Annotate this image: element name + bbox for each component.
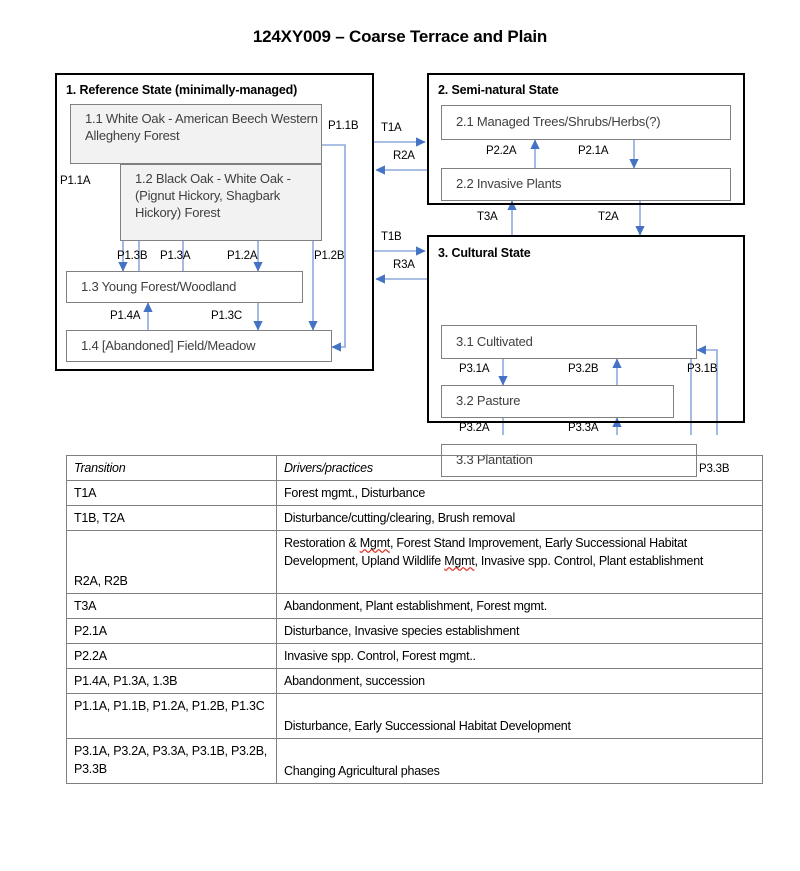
- arrow-label-p3-3a: P3.3A: [568, 422, 599, 434]
- phase-2-1-label: 2.1 Managed Trees/Shrubs/Herbs(?): [456, 114, 661, 129]
- cell-drivers: Forest mgmt., Disturbance: [276, 480, 763, 506]
- cell-drivers: Changing Agricultural phases: [276, 738, 763, 784]
- phase-2-1[interactable]: 2.1 Managed Trees/Shrubs/Herbs(?): [441, 105, 731, 140]
- cell-transition: P1.4A, P1.3A, 1.3B: [66, 668, 277, 694]
- phase-1-3-label: 1.3 Young Forest/Woodland: [81, 279, 237, 294]
- cell-transition: P3.1A, P3.2A, P3.3A, P3.1B, P3.2B, P3.3B: [66, 738, 277, 784]
- table-row: T1B, T2A Disturbance/cutting/clearing, B…: [66, 505, 763, 531]
- state-and-transition-diagram: 1. Reference State (minimally-managed) 1…: [0, 60, 800, 477]
- phase-1-4-label: 1.4 [Abandoned] Field/Meadow: [81, 338, 256, 353]
- phase-1-1[interactable]: 1.1 White Oak - American Beech Western A…: [70, 104, 322, 164]
- phase-3-2-label: 3.2 Pasture: [456, 393, 521, 408]
- arrow-label-t1b: T1B: [381, 231, 402, 243]
- cell-drivers: Abandonment, Plant establishment, Forest…: [276, 593, 763, 619]
- phase-3-2[interactable]: 3.2 Pasture: [441, 385, 674, 418]
- cell-transition: P1.1A, P1.1B, P1.2A, P1.2B, P1.3C: [66, 693, 277, 739]
- cell-drivers: Abandonment, succession: [276, 668, 763, 694]
- arrow-label-p3-1b: P3.1B: [687, 363, 718, 375]
- arrow-label-t3a: T3A: [477, 211, 498, 223]
- table-row: P2.2A Invasive spp. Control, Forest mgmt…: [66, 643, 763, 669]
- cell-transition: T1B, T2A: [66, 505, 277, 531]
- cell-transition: R2A, R2B: [66, 530, 277, 594]
- drivers-practices-table: Transition Drivers/practices T1A Forest …: [66, 455, 763, 784]
- arrow-label-p2-2a: P2.2A: [486, 145, 517, 157]
- cell-drivers: Disturbance/cutting/clearing, Brush remo…: [276, 505, 763, 531]
- arrow-label-p1-4a: P1.4A: [110, 310, 141, 322]
- state-title-reference: 1. Reference State (minimally-managed): [66, 83, 298, 97]
- arrow-label-p1-3a: P1.3A: [160, 250, 191, 262]
- arrow-label-p1-2a: P1.2A: [227, 250, 258, 262]
- arrow-label-p1-3b: P1.3B: [117, 250, 148, 262]
- arrow-label-p1-1a: P1.1A: [60, 175, 91, 187]
- table-row: P2.1A Disturbance, Invasive species esta…: [66, 618, 763, 644]
- arrow-label-t1a: T1A: [381, 122, 402, 134]
- header-drivers: Drivers/practices: [276, 455, 763, 481]
- phase-3-1[interactable]: 3.1 Cultivated: [441, 325, 697, 359]
- arrow-label-r3a: R3A: [393, 259, 415, 271]
- state-title-semi-natural: 2. Semi-natural State: [438, 83, 559, 97]
- phase-1-4[interactable]: 1.4 [Abandoned] Field/Meadow: [66, 330, 332, 362]
- page-title: 124XY009 – Coarse Terrace and Plain: [252, 27, 548, 46]
- table-row: R2A, R2B Restoration & Mgmt, Forest Stan…: [66, 530, 763, 594]
- phase-2-2[interactable]: 2.2 Invasive Plants: [441, 168, 731, 201]
- phase-1-2-label: 1.2 Black Oak - White Oak - (Pignut Hick…: [135, 171, 291, 220]
- phase-1-3[interactable]: 1.3 Young Forest/Woodland: [66, 271, 303, 303]
- cell-transition: P2.2A: [66, 643, 277, 669]
- arrow-label-p3-2a: P3.2A: [459, 422, 490, 434]
- phase-3-1-label: 3.1 Cultivated: [456, 334, 533, 349]
- arrow-label-p2-1a: P2.1A: [578, 145, 609, 157]
- arrow-label-p1-1b: P1.1B: [328, 120, 359, 132]
- arrow-label-t2a: T2A: [598, 211, 619, 223]
- cell-transition: P2.1A: [66, 618, 277, 644]
- cell-drivers: Disturbance, Invasive species establishm…: [276, 618, 763, 644]
- cell-drivers: Disturbance, Early Successional Habitat …: [276, 693, 763, 739]
- arrow-label-p1-3c: P1.3C: [211, 310, 242, 322]
- arrow-label-p3-2b: P3.2B: [568, 363, 599, 375]
- cell-transition: T1A: [66, 480, 277, 506]
- phase-2-2-label: 2.2 Invasive Plants: [456, 176, 562, 191]
- table-row: T1A Forest mgmt., Disturbance: [66, 480, 763, 506]
- phase-1-2[interactable]: 1.2 Black Oak - White Oak - (Pignut Hick…: [120, 164, 322, 241]
- cell-drivers: Restoration & Mgmt, Forest Stand Improve…: [276, 530, 763, 594]
- cell-drivers: Invasive spp. Control, Forest mgmt..: [276, 643, 763, 669]
- header-transition: Transition: [66, 455, 277, 481]
- arrow-label-r2a: R2A: [393, 150, 415, 162]
- cell-transition: T3A: [66, 593, 277, 619]
- table-row: T3A Abandonment, Plant establishment, Fo…: [66, 593, 763, 619]
- table-header-row: Transition Drivers/practices: [66, 455, 763, 481]
- arrow-label-p3-1a: P3.1A: [459, 363, 490, 375]
- table-row: P1.1A, P1.1B, P1.2A, P1.2B, P1.3C Distur…: [66, 693, 763, 739]
- phase-1-1-label: 1.1 White Oak - American Beech Western A…: [85, 111, 318, 143]
- table-row: P1.4A, P1.3A, 1.3B Abandonment, successi…: [66, 668, 763, 694]
- table-row: P3.1A, P3.2A, P3.3A, P3.1B, P3.2B, P3.3B…: [66, 738, 763, 784]
- arrow-label-p1-2b: P1.2B: [314, 250, 345, 262]
- drivers-practices-table-wrapper: Transition Drivers/practices T1A Forest …: [66, 455, 763, 784]
- state-title-cultural: 3. Cultural State: [438, 246, 531, 260]
